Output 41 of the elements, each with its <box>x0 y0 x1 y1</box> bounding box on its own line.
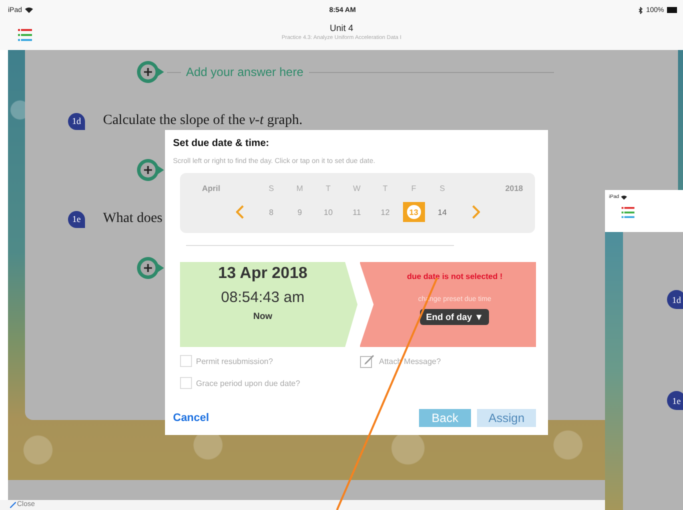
back-button[interactable]: Back <box>419 409 471 427</box>
question-number: 1d <box>667 290 683 309</box>
cancel-button[interactable]: Cancel <box>173 412 210 424</box>
start-date: 13 Apr 2018 <box>218 265 308 283</box>
day-button[interactable]: 14 <box>438 208 447 216</box>
question-number: 1d <box>68 112 85 130</box>
start-label: Now <box>253 311 272 321</box>
preset-dropdown[interactable]: End of day ▼ <box>420 309 490 325</box>
dialog-title: Set due date & time: <box>173 138 270 149</box>
weekday-label: M <box>296 184 304 192</box>
weekday-label: S <box>268 184 274 192</box>
list-icon[interactable] <box>621 207 635 218</box>
weekday-label: F <box>411 184 416 192</box>
add-answer-icon[interactable] <box>136 158 166 182</box>
list-icon[interactable] <box>18 29 32 41</box>
answer-prompt[interactable]: Add your answer here <box>186 65 304 79</box>
weekday-label: T <box>326 184 331 192</box>
weekday-label: T <box>382 184 388 192</box>
weekday-label: W <box>352 184 361 192</box>
year-label: 2018 <box>505 184 524 192</box>
month-label: April <box>201 184 220 192</box>
page-title: Unit 4 <box>330 23 354 33</box>
add-answer-icon[interactable] <box>136 60 166 84</box>
weekday-label: S <box>440 184 445 192</box>
bluetooth-icon <box>638 6 644 14</box>
edit-note-icon[interactable] <box>360 354 375 368</box>
wifi-icon <box>25 7 34 13</box>
battery-icon <box>667 7 677 13</box>
checkbox[interactable] <box>180 377 192 389</box>
start-time: 08:54:43 am <box>221 289 304 306</box>
checkbox[interactable] <box>180 355 192 367</box>
wifi-icon <box>621 194 628 200</box>
question-text: Calculate the slope of the v-t graph. <box>103 113 302 129</box>
option-label[interactable]: Grace period upon due date? <box>196 378 300 388</box>
option-label[interactable]: Permit resubmission? <box>196 356 273 366</box>
question-text: What does <box>103 211 162 227</box>
question-number: 1e <box>68 210 85 228</box>
question-number: 1e <box>667 391 683 410</box>
error-message: due date is not selected ! <box>406 272 503 281</box>
add-answer-icon[interactable] <box>136 256 166 280</box>
day-button[interactable]: 13 <box>406 205 421 219</box>
